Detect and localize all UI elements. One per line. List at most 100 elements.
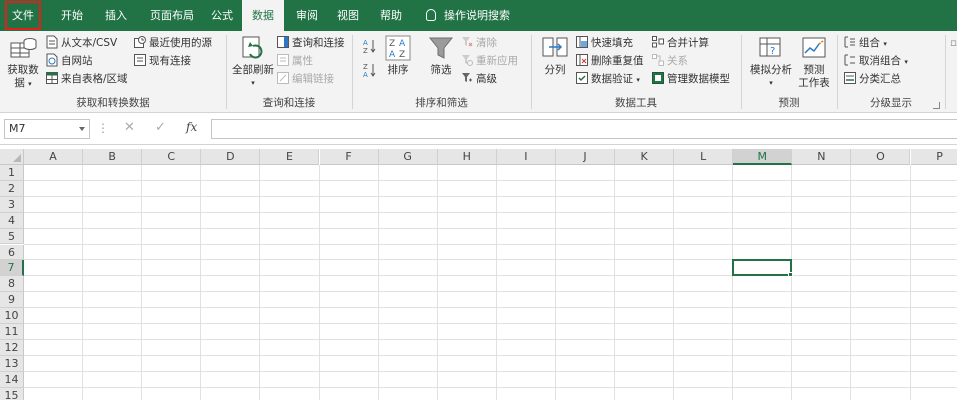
active-cell[interactable] — [732, 259, 793, 277]
clear-filter-button[interactable]: 清除 — [461, 34, 497, 52]
svg-text:A: A — [363, 71, 368, 78]
column-header[interactable]: N — [792, 149, 852, 165]
column-header[interactable]: A — [24, 149, 84, 165]
tab-page-layout[interactable]: 页面布局 — [140, 0, 204, 31]
data-model-icon — [652, 72, 664, 84]
column-header[interactable]: M — [733, 149, 793, 165]
sort-button[interactable]: Z A A Z 排序 — [383, 34, 413, 77]
group-data-tools: 分列 快速填充 删除重复值 数据验证 ▾ 合并计算 关系 管理数据模型 数据工具 — [532, 31, 740, 113]
from-table-button[interactable]: 来自表格/区域 — [46, 70, 128, 88]
reapply-button[interactable]: 重新应用 — [461, 52, 518, 70]
data-validation-icon — [576, 72, 588, 84]
formula-bar-grip-icon[interactable]: ⋮ — [97, 121, 109, 135]
column-header[interactable]: K — [615, 149, 675, 165]
forecast-sheet-button[interactable]: 预测 工作表 — [796, 34, 832, 90]
tab-formulas[interactable]: 公式 — [203, 0, 241, 31]
fill-handle[interactable] — [788, 272, 794, 278]
tab-review[interactable]: 审阅 — [287, 0, 327, 31]
ribbon-tab-bar: 文件 开始 插入 页面布局 公式 数据 审阅 视图 帮助 操作说明搜索 — [0, 0, 957, 31]
column-header[interactable]: B — [83, 149, 143, 165]
column-header[interactable]: D — [201, 149, 261, 165]
column-header[interactable]: E — [260, 149, 320, 165]
row-header[interactable]: 7 — [0, 260, 24, 277]
text-to-columns-button[interactable]: 分列 — [538, 34, 572, 77]
grid-row-line — [24, 179, 957, 181]
cancel-icon[interactable]: ✕ — [124, 120, 135, 135]
from-table-label: 来自表格/区域 — [61, 73, 128, 85]
grid-row-line — [24, 275, 957, 277]
group-sort-filter: AZ ZA Z A A Z 排序 筛选 清除 重新应用 高级 排序和筛选 — [353, 31, 530, 113]
flash-fill-button[interactable]: 快速填充 — [576, 34, 633, 52]
data-validation-button[interactable]: 数据验证 ▾ — [576, 70, 640, 88]
remove-duplicates-icon — [576, 54, 588, 66]
sort-ascending-button[interactable]: AZ — [363, 38, 377, 56]
insert-function-icon[interactable]: fx — [186, 120, 197, 134]
what-if-analysis-button[interactable]: ? 模拟分析 ▾ — [746, 34, 796, 90]
tab-data[interactable]: 数据 — [242, 0, 284, 31]
tab-help[interactable]: 帮助 — [371, 0, 411, 31]
filter-button[interactable]: 筛选 — [423, 34, 459, 77]
row-header[interactable]: 9 — [0, 292, 24, 309]
group-outline: 组合 ▾ 取消组合 ▾ 分类汇总 分级显示 — [838, 31, 944, 113]
get-data-button[interactable]: 获取数 据 ▾ — [4, 34, 42, 91]
advanced-filter-button[interactable]: 高级 — [461, 70, 497, 88]
row-header[interactable]: 14 — [0, 371, 24, 388]
row-header[interactable]: 5 — [0, 228, 24, 245]
row-header[interactable]: 6 — [0, 244, 24, 261]
ribbon-overflow-icon[interactable]: ▫ — [950, 34, 957, 52]
remove-duplicates-button[interactable]: 删除重复值 — [576, 52, 644, 70]
edit-links-button[interactable]: 编辑链接 — [277, 70, 334, 88]
manage-data-model-button[interactable]: 管理数据模型 — [652, 70, 730, 88]
existing-connections-button[interactable]: 现有连接 — [134, 52, 191, 70]
group-button[interactable]: 组合 ▾ — [844, 34, 887, 52]
column-header[interactable]: J — [555, 149, 615, 165]
consolidate-button[interactable]: 合并计算 — [652, 34, 709, 52]
tab-home[interactable]: 开始 — [51, 0, 93, 31]
queries-connections-button[interactable]: 查询和连接 — [277, 34, 345, 52]
tab-file[interactable]: 文件 — [4, 0, 42, 31]
enter-icon[interactable]: ✓ — [155, 120, 166, 135]
row-header[interactable]: 12 — [0, 339, 24, 356]
subtotal-button[interactable]: 分类汇总 — [844, 70, 901, 88]
row-header[interactable]: 13 — [0, 355, 24, 372]
column-header[interactable]: L — [674, 149, 734, 165]
relationships-button[interactable]: 关系 — [652, 52, 688, 70]
tell-me-search[interactable]: 操作说明搜索 — [426, 0, 510, 31]
grid-row-line — [24, 307, 957, 309]
column-header[interactable]: I — [496, 149, 556, 165]
formula-input[interactable] — [211, 119, 957, 139]
column-header[interactable]: G — [378, 149, 438, 165]
row-header[interactable]: 11 — [0, 324, 24, 340]
row-header[interactable]: 15 — [0, 387, 24, 400]
recent-sources-button[interactable]: 最近使用的源 — [134, 34, 212, 52]
chevron-down-icon[interactable] — [79, 127, 85, 131]
column-header[interactable]: F — [319, 149, 379, 165]
row-header[interactable]: 8 — [0, 276, 24, 293]
group-get-transform: 获取数 据 ▾ 从文本/CSV 自网站 来自表格/区域 最近使用的源 现有连接 … — [0, 31, 226, 113]
row-header[interactable]: 1 — [0, 165, 24, 181]
column-header[interactable]: O — [851, 149, 911, 165]
row-header[interactable]: 10 — [0, 308, 24, 324]
ungroup-button[interactable]: 取消组合 ▾ — [844, 52, 908, 70]
chevron-down-icon: ▾ — [251, 79, 255, 87]
row-header[interactable]: 3 — [0, 196, 24, 213]
dialog-launcher-icon[interactable] — [933, 102, 940, 109]
svg-text:A: A — [389, 50, 396, 60]
get-data-label-2: 据 — [14, 77, 25, 89]
name-box[interactable]: M7 — [4, 119, 90, 139]
from-text-csv-button[interactable]: 从文本/CSV — [46, 34, 117, 52]
column-header[interactable]: P — [910, 149, 957, 165]
worksheet-grid[interactable]: ABCDEFGHIJKLMNOP12345678910111213141516 — [0, 145, 957, 400]
properties-button[interactable]: 属性 — [277, 52, 313, 70]
refresh-all-button[interactable]: 全部刷新 ▾ — [229, 34, 277, 90]
select-all-button[interactable] — [0, 149, 24, 165]
from-web-button[interactable]: 自网站 — [46, 52, 93, 70]
what-if-icon: ? — [759, 37, 781, 57]
column-header[interactable]: C — [142, 149, 202, 165]
row-header[interactable]: 2 — [0, 180, 24, 197]
column-header[interactable]: H — [437, 149, 497, 165]
tab-view[interactable]: 视图 — [329, 0, 367, 31]
sort-descending-button[interactable]: ZA — [363, 62, 377, 80]
tab-insert[interactable]: 插入 — [96, 0, 136, 31]
row-header[interactable]: 4 — [0, 212, 24, 229]
